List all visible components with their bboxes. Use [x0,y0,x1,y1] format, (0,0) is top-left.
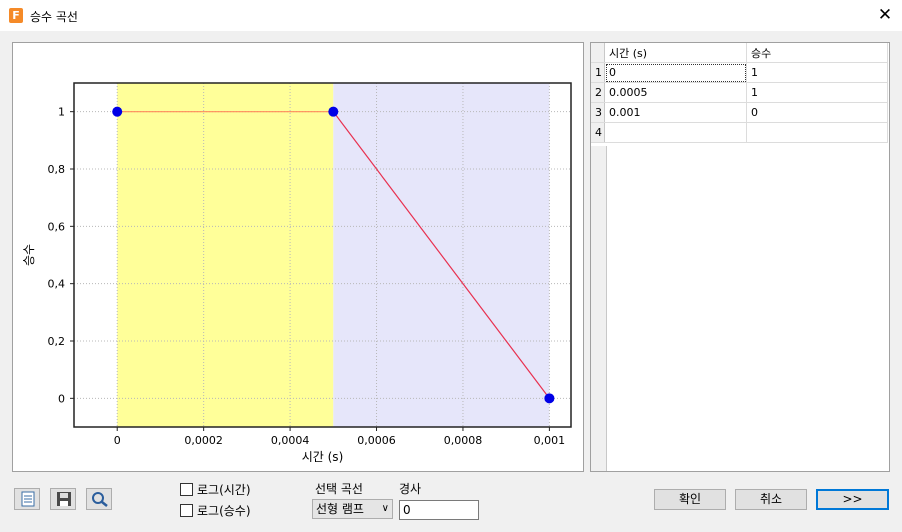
close-button[interactable]: ✕ [868,0,902,31]
multiplier-cell[interactable] [746,122,888,143]
slope-label: 경사 [399,482,422,496]
multiplier-table: 시간 (s) 승수 1 0 1 2 0.0005 1 3 0.001 0 4 [591,43,888,143]
column-header-multiplier[interactable]: 승수 [746,43,888,63]
select-curve-label: 선택 곡선 [315,482,363,496]
log-multiplier-checkbox[interactable]: 로그(승수) [180,502,251,519]
row-header-area [591,146,607,471]
checkbox-box[interactable] [180,483,193,496]
window-title: 승수 곡선 [30,10,78,24]
log-time-checkbox[interactable]: 로그(시간) [180,481,251,498]
y-axis-label: 승수 [22,244,36,266]
multiplier-cell[interactable]: 0 [746,102,888,123]
x-tick-label: 0,001 [534,434,566,447]
export-table-button[interactable] [14,488,40,510]
log-multiplier-label: 로그(승수) [197,504,251,518]
cancel-button[interactable]: 취소 [735,489,807,510]
title-bar: F 승수 곡선 ✕ [0,0,902,31]
x-tick-label: 0,0004 [271,434,310,447]
magnifier-icon [92,492,108,507]
save-button[interactable] [50,488,76,510]
column-header-time[interactable]: 시간 (s) [604,43,747,63]
x-tick-label: 0,0006 [357,434,396,447]
time-cell[interactable]: 0 [604,62,747,83]
chevron-down-icon: ∨ [381,503,389,514]
chart-panel: 0 0,0002 0,0004 0,0006 0,0008 0,001 0 0,2 0,4 0,6… [12,42,584,472]
checkbox-box[interactable] [180,504,193,517]
segment-band-1 [117,83,334,427]
curve-type-value: 선형 램프 [316,502,364,516]
table-row: 1 0 1 [591,62,888,83]
data-grid[interactable]: 시간 (s) 승수 1 0 1 2 0.0005 1 3 0.001 0 4 [590,42,890,472]
x-tick-label: 0,0002 [184,434,223,447]
table-header-row: 시간 (s) 승수 [591,43,888,63]
y-tick-label: 0,4 [48,278,66,291]
x-tick-label: 0,0008 [444,434,483,447]
app-icon: F [9,8,23,23]
time-cell[interactable]: 0.0005 [604,82,747,103]
data-point[interactable] [544,393,555,404]
curve-type-select[interactable]: 선형 램프 ∨ [312,499,393,519]
save-icon [57,492,71,506]
table-export-icon [21,491,35,507]
table-row: 3 0.001 0 [591,102,888,123]
multiplier-cell[interactable]: 1 [746,62,888,83]
time-cell[interactable]: 0.001 [604,102,747,123]
slope-input[interactable]: 0 [399,500,479,520]
x-tick-label: 0 [114,434,121,447]
corner-cell [591,43,605,63]
log-time-label: 로그(시간) [197,483,251,497]
y-tick-label: 0,8 [48,163,66,176]
y-tick-label: 1 [58,106,65,119]
y-tick-label: 0,2 [48,335,66,348]
zoom-button[interactable] [86,488,112,510]
y-tick-label: 0,6 [48,220,66,233]
data-point[interactable] [112,106,123,117]
data-point[interactable] [328,106,339,117]
time-cell[interactable] [604,122,747,143]
x-axis-label: 시간 (s) [302,450,344,464]
multiplier-chart[interactable]: 0 0,0002 0,0004 0,0006 0,0008 0,001 0 0,2 0,4 0,6… [13,43,583,471]
row-number[interactable]: 4 [591,122,605,143]
ok-button[interactable]: 확인 [654,489,726,510]
expand-button[interactable]: >> [816,489,889,510]
y-tick-label: 0 [58,392,65,405]
row-number[interactable]: 1 [591,62,605,83]
table-row: 4 [591,122,888,143]
multiplier-cell[interactable]: 1 [746,82,888,103]
table-row: 2 0.0005 1 [591,82,888,103]
row-number[interactable]: 2 [591,82,605,103]
row-number[interactable]: 3 [591,102,605,123]
